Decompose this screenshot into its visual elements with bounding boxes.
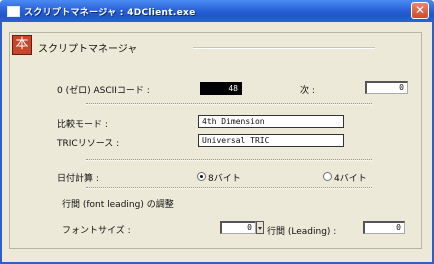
script-manager-icon: 本 xyxy=(12,35,32,55)
tric-resource-field[interactable]: Universal TRIC xyxy=(198,134,344,147)
script-manager-window: スクリプトマネージャ : 4DClient.exe ✕ 本 スクリプトマネージャ… xyxy=(0,0,434,264)
header-divider xyxy=(193,47,375,49)
radio-8byte[interactable] xyxy=(197,172,206,181)
leading-field[interactable]: 0 xyxy=(363,221,405,234)
window-icon xyxy=(7,6,20,17)
compare-mode-label: 比較モード : xyxy=(57,120,108,130)
title-bar[interactable]: スクリプトマネージャ : 4DClient.exe ✕ xyxy=(0,0,434,22)
tric-resource-label: TRICリソース : xyxy=(57,139,120,149)
radio-4byte-label[interactable]: 4バイト xyxy=(334,171,367,184)
radio-8byte-label[interactable]: 8バイト xyxy=(208,171,241,184)
radio-4byte[interactable] xyxy=(323,172,332,181)
leading-label: 行間 (Leading) : xyxy=(267,227,337,237)
font-size-field[interactable]: 0 xyxy=(220,221,256,234)
font-size-stepper[interactable] xyxy=(256,221,264,234)
next-label: 次 : xyxy=(300,86,315,96)
zero-ascii-field[interactable]: 48 xyxy=(200,82,242,95)
panel-header: スクリプトマネージャ xyxy=(38,44,138,55)
font-size-label: フォントサイズ : xyxy=(62,226,131,236)
next-field[interactable]: 0 xyxy=(365,81,408,94)
divider-2 xyxy=(86,159,372,161)
divider-3 xyxy=(86,187,372,189)
line-spacing-section-label: 行間 (font leading) の調整 xyxy=(62,200,174,210)
settings-panel: 本 スクリプトマネージャ 0 (ゼロ) ASCIIコード : 48 次 : 0 … xyxy=(9,32,422,249)
close-button[interactable]: ✕ xyxy=(411,2,429,19)
zero-ascii-label: 0 (ゼロ) ASCIIコード : xyxy=(57,86,150,96)
window-title: スクリプトマネージャ : 4DClient.exe xyxy=(24,8,196,18)
date-calc-label: 日付計算 : xyxy=(57,174,99,184)
compare-mode-field[interactable]: 4th Dimension xyxy=(198,115,344,128)
divider-1 xyxy=(86,103,372,105)
close-icon: ✕ xyxy=(414,3,426,17)
